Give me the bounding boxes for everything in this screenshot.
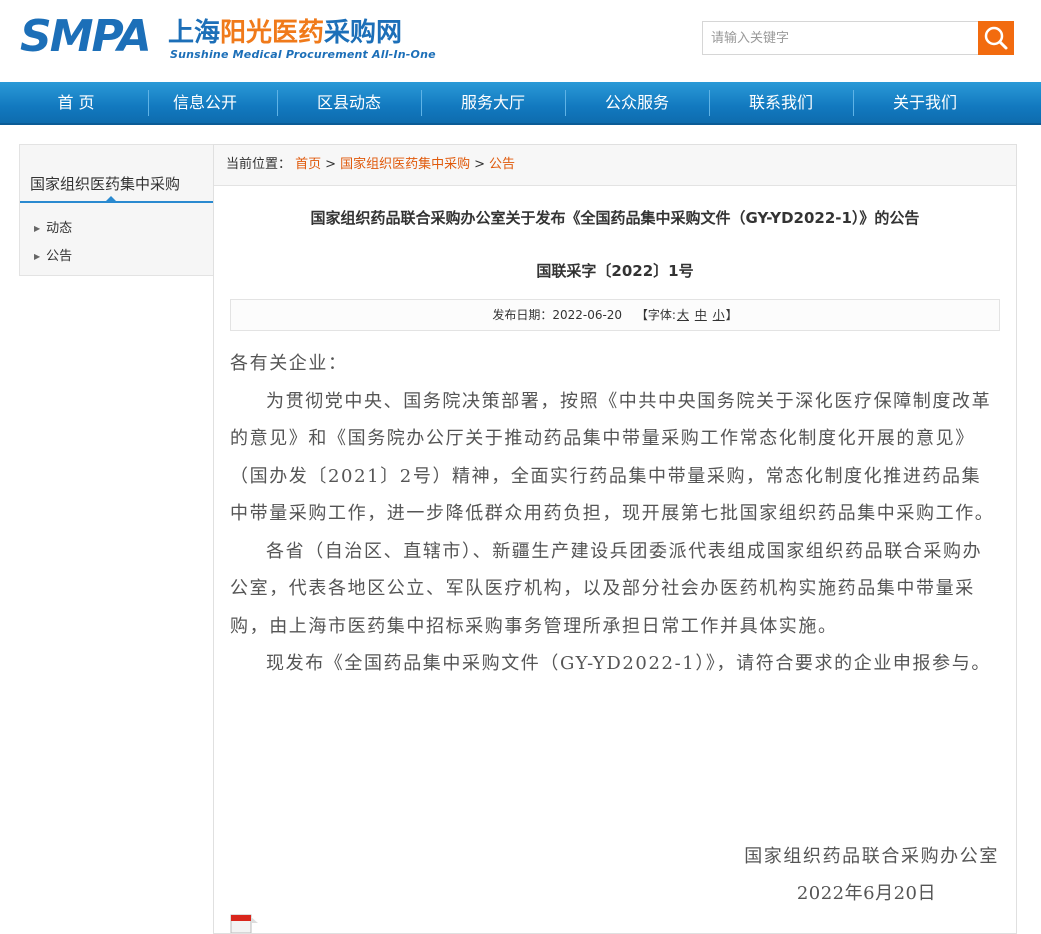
font-size-label-close: 】 bbox=[725, 308, 738, 322]
sidebar-item-news[interactable]: ▶ 动态 bbox=[34, 217, 72, 236]
sidebar-title-text: 国家组织医药集中采购 bbox=[30, 175, 181, 193]
bullet-arrow-icon: ▶ bbox=[34, 252, 41, 261]
breadcrumb-category[interactable]: 国家组织医药集中采购 bbox=[340, 157, 470, 172]
sidebar-title: 国家组织医药集中采购 bbox=[20, 163, 214, 203]
signature-org: 国家组织药品联合采购办公室 bbox=[744, 846, 999, 867]
font-size-small[interactable]: 小 bbox=[713, 308, 725, 322]
search-button[interactable] bbox=[978, 21, 1014, 55]
font-size-large[interactable]: 大 bbox=[677, 308, 689, 322]
logo-english-name: Sunshine Medical Procurement All-In-One bbox=[170, 48, 436, 61]
nav-item-public-service[interactable]: 公众服务 bbox=[565, 82, 709, 123]
article-body: 各有关企业： 为贯彻党中央、国务院决策部署，按照《中共中央国务院关于深化医疗保障… bbox=[230, 345, 1000, 683]
nav-item-service-hall[interactable]: 服务大厅 bbox=[421, 82, 565, 123]
nav-item-about[interactable]: 关于我们 bbox=[853, 82, 997, 123]
nav-item-district[interactable]: 区县动态 bbox=[277, 82, 421, 123]
publish-date: 2022-06-20 bbox=[552, 308, 623, 322]
signature-date: 2022年6月20日 bbox=[796, 883, 936, 904]
font-size-label-open: 【字体: bbox=[635, 308, 676, 322]
article-meta: 发布日期：2022-06-20 【字体:大 中 小】 bbox=[230, 299, 1000, 331]
nav-item-home[interactable]: 首 页 bbox=[4, 82, 148, 123]
main-content: 当前位置： 首页 > 国家组织医药集中采购 > 公告 国家组织药品联合采购办公室关于发布… bbox=[213, 144, 1017, 934]
article-paragraph: 各省（自治区、直辖市）、新疆生产建设兵团委派代表组成国家组织药品联合采购办公室，… bbox=[230, 540, 983, 637]
article-title: 国家组织药品联合采购办公室关于发布《全国药品集中采购文件（GY-YD2022-1… bbox=[310, 209, 920, 227]
logo-chinese-name: 上海阳光医药采购网 bbox=[168, 18, 403, 48]
article-doc-number: 国联采字〔2022〕1号 bbox=[536, 262, 694, 280]
article-paragraph: 现发布《全国药品集中采购文件（GY-YD2022-1）》，请符合要求的企业申报参… bbox=[266, 653, 991, 674]
search-input[interactable] bbox=[702, 21, 978, 55]
pdf-attachment-icon[interactable] bbox=[230, 913, 260, 933]
sidebar-item-announcement[interactable]: ▶ 公告 bbox=[34, 245, 72, 264]
breadcrumb-current[interactable]: 公告 bbox=[489, 157, 515, 172]
article-paragraph: 为贯彻党中央、国务院决策部署，按照《中共中央国务院关于深化医疗保障制度改革的意见… bbox=[230, 390, 995, 525]
breadcrumb: 当前位置： 首页 > 国家组织医药集中采购 > 公告 bbox=[214, 145, 1016, 186]
nav-item-info[interactable]: 信息公开 bbox=[133, 82, 277, 123]
site-header: SMPA 上海阳光医药采购网 Sunshine Medical Procurem… bbox=[0, 0, 1041, 82]
breadcrumb-label: 当前位置： bbox=[226, 157, 292, 172]
bullet-arrow-icon: ▶ bbox=[34, 224, 41, 233]
logo-smpa-text: SMPA bbox=[20, 11, 152, 62]
search-icon bbox=[984, 26, 1008, 50]
sidebar-title-pointer-icon bbox=[106, 196, 116, 201]
breadcrumb-home[interactable]: 首页 bbox=[295, 157, 321, 172]
article-salutation: 各有关企业： bbox=[230, 353, 348, 374]
left-sidebar: 国家组织医药集中采购 ▶ 动态 ▶ 公告 bbox=[19, 144, 214, 276]
breadcrumb-separator: > bbox=[325, 157, 337, 172]
font-size-medium[interactable]: 中 bbox=[695, 308, 707, 322]
main-nav: 首 页 信息公开 区县动态 服务大厅 公众服务 联系我们 关于我们 bbox=[0, 82, 1041, 125]
nav-item-contact[interactable]: 联系我们 bbox=[709, 82, 853, 123]
breadcrumb-separator: > bbox=[474, 157, 485, 172]
publish-date-label: 发布日期： bbox=[492, 308, 553, 322]
